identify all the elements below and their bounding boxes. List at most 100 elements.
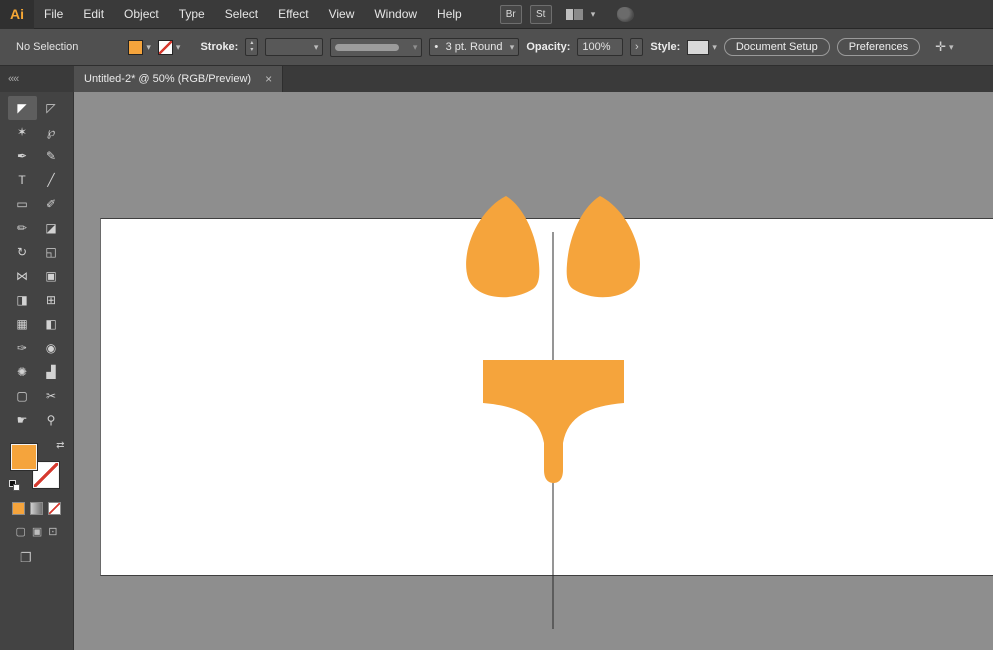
line-segment-tool[interactable]: ╱ <box>37 168 66 192</box>
menu-item-edit[interactable]: Edit <box>73 0 114 29</box>
control-bar: No Selection ▾ ▾ Stroke: ▴ ▾ ▾ ▾ • 3 pt.… <box>0 29 993 66</box>
chevron-down-icon: ▾ <box>313 41 319 52</box>
document-setup-button[interactable]: Document Setup <box>723 38 830 56</box>
chevron-down-icon: ▾ <box>509 41 515 52</box>
stroke-weight-label: Stroke: <box>200 41 239 53</box>
main-area: ◤ ◸ ✶ ℘ ✒ ✎ T ╱ ▭ ✐ ✏ ◪ ↻ ◱ ⋈ ▣ ◨ ⊞ ▦ ◧ ✑ ◉ ✺ ▟ ▢ ✂ ☛ ⚲ ⇄ ▢ ▣ ⊡ ❐ <box>0 92 993 650</box>
touch-workspace-icon[interactable] <box>617 6 635 22</box>
opacity-input[interactable]: 100% <box>577 38 624 56</box>
opacity-chevron-button[interactable]: › <box>630 38 644 56</box>
gradient-button[interactable] <box>30 502 43 515</box>
scale-tool[interactable]: ◱ <box>37 240 66 264</box>
document-tab-title: Untitled-2* @ 50% (RGB/Preview) <box>84 73 252 85</box>
screen-mode-button[interactable]: ❐ <box>20 550 32 566</box>
type-tool[interactable]: T <box>8 168 37 192</box>
default-colors-icon[interactable] <box>8 480 21 492</box>
paintbrush-tool[interactable]: ✐ <box>37 192 66 216</box>
variable-width-dropdown[interactable]: ▾ <box>330 37 423 57</box>
menubar-right: Br St ▾ <box>499 4 635 24</box>
fill-color-dropdown[interactable]: ▾ <box>128 39 151 55</box>
menu-item-file[interactable]: File <box>34 0 73 29</box>
chevron-down-icon: ▾ <box>949 41 954 52</box>
zoom-tool[interactable]: ⚲ <box>37 408 66 432</box>
menu-item-type[interactable]: Type <box>169 0 215 29</box>
opacity-value: 100% <box>582 41 611 53</box>
rotate-tool[interactable]: ↻ <box>8 240 37 264</box>
menubar: Ai File Edit Object Type Select Effect View Win… <box>0 0 993 29</box>
right-ear-shape[interactable] <box>566 196 640 298</box>
slice-tool[interactable]: ✂ <box>37 384 66 408</box>
stroke-color-dropdown[interactable]: ▾ <box>157 39 181 55</box>
tools-panel: ◤ ◸ ✶ ℘ ✒ ✎ T ╱ ▭ ✐ ✏ ◪ ↻ ◱ ⋈ ▣ ◨ ⊞ ▦ ◧ ✑ ◉ ✺ ▟ ▢ ✂ ☛ ⚲ ⇄ ▢ ▣ ⊡ ❐ <box>0 92 74 650</box>
brush-dot-icon: • <box>434 41 439 53</box>
artwork-layer <box>466 196 640 629</box>
fill-color-swatch[interactable] <box>9 443 38 471</box>
workspace-pane-icon <box>573 8 583 20</box>
selection-tool[interactable]: ◤ <box>7 96 37 120</box>
none-button[interactable] <box>48 502 61 515</box>
artboard-tool[interactable]: ▢ <box>8 384 37 408</box>
width-tool[interactable]: ⋈ <box>8 264 37 288</box>
free-transform-tool[interactable]: ▣ <box>37 264 66 288</box>
magic-wand-tool[interactable]: ✶ <box>8 120 37 144</box>
arrange-dropdown[interactable]: ✛ ▾ <box>935 39 953 55</box>
shape-builder-tool[interactable]: ◨ <box>8 288 37 312</box>
chevron-down-icon[interactable]: ▾ <box>591 9 596 20</box>
preferences-button[interactable]: Preferences <box>836 38 921 56</box>
chevron-down-icon: ▾ <box>175 41 181 52</box>
color-type-row <box>12 502 61 515</box>
left-ear-shape[interactable] <box>466 196 540 298</box>
canvas-area[interactable] <box>74 92 993 650</box>
close-icon[interactable]: × <box>265 72 272 86</box>
style-swatch-icon <box>687 39 710 55</box>
workspace-pane-icon <box>565 8 573 20</box>
blend-tool[interactable]: ◉ <box>37 336 66 360</box>
stroke-none-swatch-icon <box>157 39 173 55</box>
pencil-tool[interactable]: ✏ <box>8 216 37 240</box>
spinner-up-icon[interactable]: ▴ <box>246 40 257 47</box>
mesh-tool[interactable]: ▦ <box>8 312 37 336</box>
eraser-tool[interactable]: ◪ <box>37 216 66 240</box>
color-button[interactable] <box>12 502 25 515</box>
rectangle-tool[interactable]: ▭ <box>8 192 37 216</box>
spinner-down-icon[interactable]: ▾ <box>246 47 257 54</box>
menubar-badges: Br St <box>499 4 552 24</box>
gradient-tool[interactable]: ◧ <box>37 312 66 336</box>
stroke-weight-dropdown[interactable]: ▾ <box>265 38 324 56</box>
menu-item-effect[interactable]: Effect <box>268 0 318 29</box>
lasso-tool[interactable]: ℘ <box>37 120 66 144</box>
workspace-switcher-icon[interactable] <box>565 8 583 20</box>
menu-items: File Edit Object Type Select Effect View Window… <box>34 0 472 29</box>
column-graph-tool[interactable]: ▟ <box>37 360 66 384</box>
stroke-weight-stepper[interactable]: ▴ ▾ <box>245 38 259 56</box>
body-shape[interactable] <box>483 360 624 483</box>
menu-item-object[interactable]: Object <box>114 0 169 29</box>
hand-tool[interactable]: ☛ <box>8 408 37 432</box>
menu-item-select[interactable]: Select <box>215 0 268 29</box>
perspective-grid-tool[interactable]: ⊞ <box>37 288 66 312</box>
pen-tool[interactable]: ✒ <box>8 144 37 168</box>
selection-status-label: No Selection <box>16 41 79 53</box>
badge-br[interactable]: Br <box>499 4 522 24</box>
tab-bar: «« Untitled-2* @ 50% (RGB/Preview) × <box>0 66 993 92</box>
menu-item-view[interactable]: View <box>319 0 365 29</box>
menu-item-help[interactable]: Help <box>427 0 472 29</box>
curvature-tool[interactable]: ✎ <box>37 144 66 168</box>
fill-swatch-icon <box>128 39 144 55</box>
direct-selection-tool[interactable]: ◸ <box>37 96 66 120</box>
style-dropdown[interactable]: ▾ <box>687 39 717 55</box>
badge-st[interactable]: St <box>529 4 552 24</box>
draw-inside-button[interactable]: ⊡ <box>48 525 57 538</box>
document-tab[interactable]: Untitled-2* @ 50% (RGB/Preview) × <box>74 66 284 92</box>
menu-item-window[interactable]: Window <box>364 0 427 29</box>
draw-behind-button[interactable]: ▣ <box>32 525 42 538</box>
eyedropper-tool[interactable]: ✑ <box>8 336 37 360</box>
draw-normal-button[interactable]: ▢ <box>15 525 25 538</box>
symbol-sprayer-tool[interactable]: ✺ <box>8 360 37 384</box>
panel-collapse-button[interactable]: «« <box>0 66 74 92</box>
collapse-icon: «« <box>8 73 19 85</box>
swap-fill-stroke-icon[interactable]: ⇄ <box>56 440 64 451</box>
brush-definition-dropdown[interactable]: • 3 pt. Round ▾ <box>429 38 520 56</box>
draw-mode-row: ▢ ▣ ⊡ <box>15 525 57 538</box>
opacity-label: Opacity: <box>526 41 571 53</box>
